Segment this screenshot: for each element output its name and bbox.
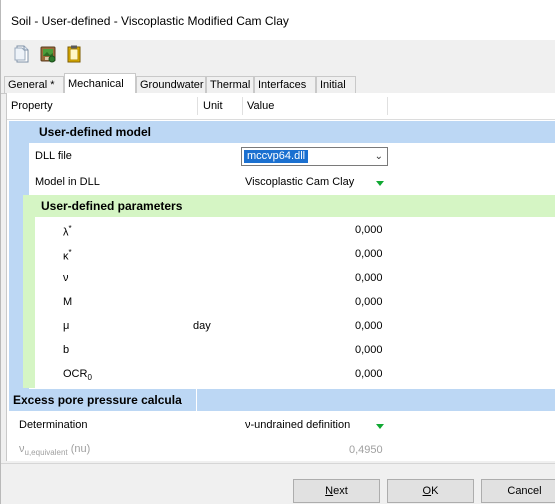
symbol: b <box>63 344 70 356</box>
accel-key: O <box>422 485 432 497</box>
next-button[interactable]: Next <box>293 479 380 503</box>
tab-initial[interactable]: Initial <box>316 76 356 93</box>
button-label: Cancel <box>507 485 542 497</box>
tab-groundwater[interactable]: Groundwater <box>136 76 206 93</box>
section-excess-pore-pressure[interactable]: Excess pore pressure calcula <box>9 389 555 411</box>
param-row[interactable]: OCR0 0,000 <box>35 362 555 385</box>
param-name: b <box>63 344 69 356</box>
determination-label: Determination <box>19 419 88 431</box>
param-row[interactable]: μ day 0,000 <box>35 314 555 337</box>
row-nu-equivalent: νu,equivalent (nu) 0,4950 <box>9 437 555 461</box>
param-unit: day <box>193 320 211 332</box>
param-row[interactable]: κ* 0,000 <box>35 242 555 265</box>
accel-key: N <box>325 485 334 497</box>
chevron-down-icon[interactable]: ⌄ <box>375 151 383 162</box>
cancel-button[interactable]: Cancel <box>481 479 555 503</box>
section-title: User-defined model <box>39 125 152 139</box>
param-name: ν <box>63 272 69 284</box>
param-value[interactable]: 0,000 <box>355 224 383 236</box>
symbol: ν <box>63 272 69 284</box>
grid-header: Property Unit Value <box>7 93 555 120</box>
header-unit[interactable]: Unit <box>203 100 223 112</box>
section-user-defined-parameters[interactable]: User-defined parameters <box>23 195 555 217</box>
determination-value: ν-undrained definition <box>245 419 351 431</box>
symbol: M <box>63 296 73 308</box>
dropdown-arrow-icon[interactable] <box>376 424 384 429</box>
dll-file-label: DLL file <box>35 150 72 162</box>
toolbar <box>1 40 555 68</box>
tab-label: Thermal <box>210 79 251 91</box>
param-value[interactable]: 0,000 <box>355 248 383 260</box>
footer-separator <box>1 463 555 464</box>
param-value[interactable]: 0,000 <box>355 272 383 284</box>
section-user-defined-model[interactable]: User-defined model <box>9 121 555 143</box>
model-in-dll-value: Viscoplastic Cam Clay <box>245 176 355 188</box>
nu-equivalent-label: νu,equivalent (nu) <box>19 443 90 457</box>
tab-label: Interfaces <box>258 79 307 91</box>
param-name: λ* <box>63 224 72 239</box>
new-document-icon[interactable] <box>13 45 31 63</box>
model-in-dll-label: Model in DLL <box>35 176 100 188</box>
param-value[interactable]: 0,000 <box>355 344 383 356</box>
row-determination[interactable]: Determination ν-undrained definition <box>9 412 555 436</box>
title-bar: Soil - User-defined - Viscoplastic Modif… <box>1 0 555 40</box>
ok-button[interactable]: OK <box>387 479 474 503</box>
param-value[interactable]: 0,000 <box>355 368 383 380</box>
param-row[interactable]: M 0,000 <box>35 290 555 313</box>
symbol: OCR <box>63 368 88 380</box>
section-title: Excess pore pressure calcula <box>13 393 182 407</box>
tab-general[interactable]: General * <box>4 76 64 93</box>
param-name: M <box>63 296 72 308</box>
nu-equivalent-value: 0,4950 <box>349 444 383 456</box>
section-title: User-defined parameters <box>41 199 183 213</box>
param-name: κ* <box>63 248 72 263</box>
param-indent-bar <box>23 217 35 388</box>
button-label: ext <box>333 485 348 497</box>
superscript: * <box>68 224 72 233</box>
clipboard-icon[interactable] <box>65 45 83 63</box>
param-value[interactable]: 0,000 <box>355 296 383 308</box>
dll-file-value: mccvp64.dll <box>244 150 309 163</box>
tab-label: Mechanical <box>68 78 124 90</box>
row-model-in-dll[interactable]: Model in DLL Viscoplastic Cam Clay <box>29 169 555 193</box>
param-name: μ <box>63 320 69 332</box>
symbol: μ <box>63 320 70 332</box>
button-label: K <box>431 485 439 497</box>
param-row[interactable]: b 0,000 <box>35 338 555 361</box>
param-row[interactable]: ν 0,000 <box>35 266 555 289</box>
tab-strip: General * Mechanical Groundwater Thermal… <box>1 73 555 94</box>
tab-label: General * <box>8 79 55 91</box>
tab-thermal[interactable]: Thermal <box>206 76 254 93</box>
subscript: u,equivalent <box>24 448 68 458</box>
header-property[interactable]: Property <box>11 100 53 112</box>
tab-mechanical[interactable]: Mechanical <box>64 73 136 94</box>
suffix: (nu) <box>70 443 91 455</box>
header-value[interactable]: Value <box>247 100 274 112</box>
superscript: * <box>68 248 72 257</box>
param-name: OCR0 <box>63 368 92 382</box>
window-title: Soil - User-defined - Viscoplastic Modif… <box>11 14 289 28</box>
dialog-window: Soil - User-defined - Viscoplastic Modif… <box>0 0 555 504</box>
dropdown-arrow-icon[interactable] <box>376 181 384 186</box>
tab-interfaces[interactable]: Interfaces <box>254 76 316 93</box>
dll-file-dropdown[interactable]: mccvp64.dll ⌄ <box>241 147 388 166</box>
save-image-icon[interactable] <box>39 45 57 63</box>
tab-label: Groundwater <box>140 79 204 91</box>
subscript: 0 <box>87 373 92 383</box>
param-value[interactable]: 0,000 <box>355 320 383 332</box>
tab-label: Initial <box>320 79 346 91</box>
param-row[interactable]: λ* 0,000 <box>35 218 555 241</box>
